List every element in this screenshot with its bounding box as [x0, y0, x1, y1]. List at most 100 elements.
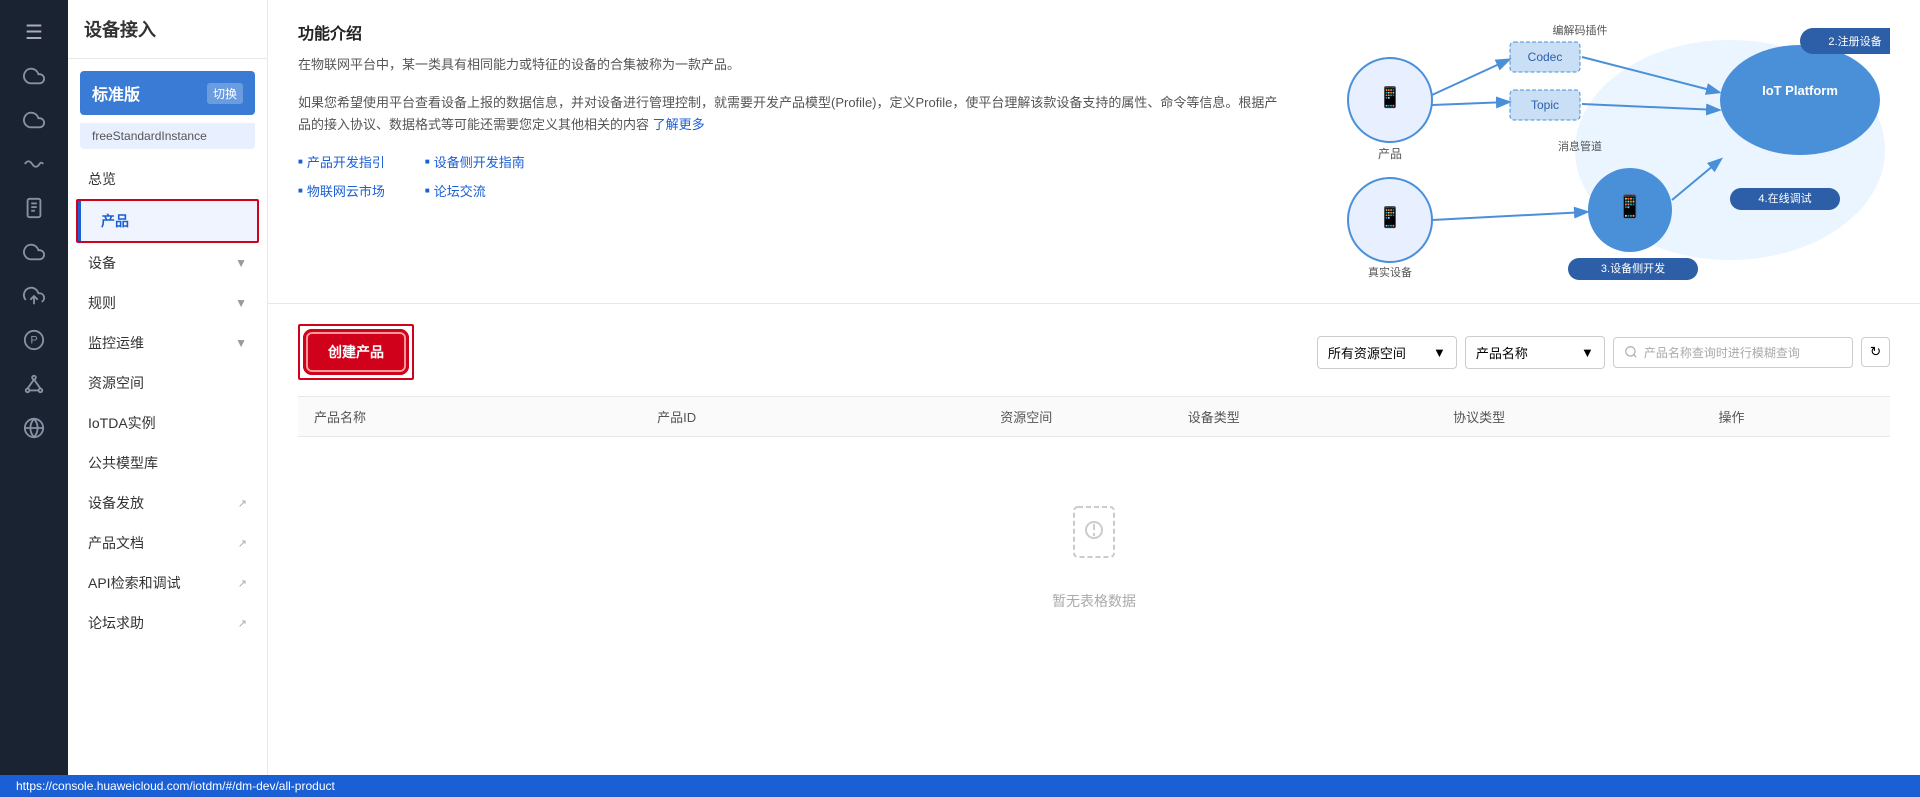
col-header-protocol: 协议类型 [1437, 407, 1702, 426]
svg-text:消息管道: 消息管道 [1558, 139, 1602, 153]
name-select[interactable]: 产品名称 ▼ [1465, 336, 1605, 369]
link-product-guide[interactable]: 产品开发指引 [298, 152, 385, 171]
nav-item-resource-space[interactable]: 资源空间 [68, 363, 267, 403]
create-btn-wrapper: 创建产品 [298, 324, 414, 380]
nav-label-iotda: IoTDA实例 [88, 413, 156, 433]
col-header-id: 产品ID [641, 407, 984, 426]
status-bar: https://console.huaweicloud.com/iotdm/#/… [0, 775, 1920, 797]
toolbar-right: 所有资源空间 ▼ 产品名称 ▼ 产品名称查询时进行模糊查询 ↻ [1317, 336, 1890, 369]
refresh-icon: ↻ [1870, 344, 1881, 359]
table-header: 产品名称 产品ID 资源空间 设备类型 协议类型 操作 [298, 396, 1890, 437]
sidebar-icon-cloud3[interactable] [0, 231, 68, 275]
name-select-label: 产品名称 [1476, 343, 1528, 362]
nav-item-monitor[interactable]: 监控运维 ▼ [68, 323, 267, 363]
nav-label-product: 产品 [101, 211, 129, 231]
svg-text:P: P [30, 335, 37, 347]
nav-label-device-release: 设备发放 [88, 493, 144, 513]
main-content: 功能介绍 在物联网平台中，某一类具有相同能力或特征的设备的合集被称为一款产品。 … [268, 0, 1920, 797]
nav-item-overview[interactable]: 总览 [68, 159, 267, 199]
search-box: 产品名称查询时进行模糊查询 [1613, 337, 1853, 368]
instance-id: freeStandardInstance [80, 123, 255, 149]
sidebar-icon-upload[interactable] [0, 275, 68, 319]
svg-text:3.设备侧开发: 3.设备侧开发 [1601, 261, 1665, 275]
nav-label-rules: 规则 [88, 293, 116, 313]
sidebar-icon-cloud2[interactable] [0, 99, 68, 143]
svg-text:IoT Platform: IoT Platform [1762, 83, 1838, 98]
svg-text:产品: 产品 [1378, 147, 1402, 161]
external-icon-device-release: ↗ [238, 497, 247, 510]
col-header-action: 操作 [1702, 407, 1890, 426]
col-header-name: 产品名称 [298, 407, 641, 426]
nav-item-device[interactable]: 设备 ▼ [68, 243, 267, 283]
sidebar-icon-doc[interactable] [0, 187, 68, 231]
diagram: IoT Platform 1.定义Profile 2.注册设备 编解码插件 Co… [1310, 20, 1890, 283]
search-icon [1624, 345, 1638, 359]
instance-box: 标准版 切换 [80, 71, 255, 115]
nav-label-resource-space: 资源空间 [88, 373, 144, 393]
space-select-arrow: ▼ [1433, 345, 1446, 360]
nav-arrow-rules: ▼ [235, 296, 247, 310]
create-product-btn[interactable]: 创建产品 [308, 334, 404, 370]
nav-item-rules[interactable]: 规则 ▼ [68, 283, 267, 323]
svg-text:📱: 📱 [1616, 194, 1643, 219]
intro-links: 产品开发指引 物联网云市场 设备侧开发指南 论坛交流 [298, 152, 1290, 200]
nav-item-forum[interactable]: 论坛求助 ↗ [68, 603, 267, 643]
col-header-space: 资源空间 [984, 407, 1172, 426]
refresh-btn[interactable]: ↻ [1861, 337, 1890, 367]
intro-title: 功能介绍 [298, 20, 1290, 44]
sidebar-icon-wave[interactable] [0, 143, 68, 187]
left-nav: 设备接入 标准版 切换 freeStandardInstance 总览 产品 设… [68, 0, 268, 797]
intro-links-left: 产品开发指引 物联网云市场 [298, 152, 385, 200]
nav-item-product[interactable]: 产品 [78, 201, 257, 241]
empty-text: 暂无表格数据 [1052, 591, 1136, 611]
external-icon-api-debug: ↗ [238, 577, 247, 590]
nav-label-device: 设备 [88, 253, 116, 273]
instance-switch-btn[interactable]: 切换 [207, 83, 243, 104]
nav-arrow-device: ▼ [235, 256, 247, 270]
svg-text:📱: 📱 [1378, 205, 1403, 229]
intro-desc2: 如果您希望使用平台查看设备上报的数据信息，并对设备进行管理控制，就需要开发产品模… [298, 92, 1290, 136]
intro-links-right: 设备侧开发指南 论坛交流 [425, 152, 525, 200]
svg-text:2.注册设备: 2.注册设备 [1828, 34, 1881, 48]
nav-label-overview: 总览 [88, 169, 116, 189]
nav-item-iotda[interactable]: IoTDA实例 [68, 403, 267, 443]
nav-label-api-debug: API检索和调试 [88, 573, 181, 593]
sidebar-icon-globe[interactable] [0, 407, 68, 451]
product-section: 创建产品 所有资源空间 ▼ 产品名称 ▼ 产品名称查询时进行模糊查询 ↻ [268, 304, 1920, 797]
external-icon-product-doc: ↗ [238, 537, 247, 550]
link-forum[interactable]: 论坛交流 [425, 181, 525, 200]
nav-item-product-doc[interactable]: 产品文档 ↗ [68, 523, 267, 563]
table-empty: 暂无表格数据 [298, 437, 1890, 671]
external-icon-forum: ↗ [238, 617, 247, 630]
nav-item-api-debug[interactable]: API检索和调试 ↗ [68, 563, 267, 603]
link-device-guide[interactable]: 设备侧开发指南 [425, 152, 525, 171]
svg-text:4.在线调试: 4.在线调试 [1758, 191, 1811, 205]
status-url: https://console.huaweicloud.com/iotdm/#/… [16, 779, 335, 793]
intro-text: 功能介绍 在物联网平台中，某一类具有相同能力或特征的设备的合集被称为一款产品。 … [298, 20, 1290, 283]
nav-label-monitor: 监控运维 [88, 333, 144, 353]
page-title: 设备接入 [68, 0, 267, 59]
nav-item-model-lib[interactable]: 公共模型库 [68, 443, 267, 483]
svg-text:Topic: Topic [1531, 98, 1559, 112]
svg-text:编解码插件: 编解码插件 [1553, 23, 1608, 37]
sidebar-icon-nodes[interactable] [0, 363, 68, 407]
product-toolbar: 创建产品 所有资源空间 ▼ 产品名称 ▼ 产品名称查询时进行模糊查询 ↻ [298, 324, 1890, 380]
link-iot-market[interactable]: 物联网云市场 [298, 181, 385, 200]
intro-desc1: 在物联网平台中，某一类具有相同能力或特征的设备的合集被称为一款产品。 [298, 54, 1290, 76]
empty-icon [1064, 497, 1124, 579]
name-select-arrow: ▼ [1581, 345, 1594, 360]
sidebar-icon-cloud1[interactable] [0, 55, 68, 99]
instance-label: 标准版 [92, 81, 140, 105]
space-select-label: 所有资源空间 [1328, 343, 1406, 362]
nav-product-wrapper: 产品 [76, 199, 259, 243]
svg-text:📱: 📱 [1378, 85, 1403, 109]
sidebar-icon-p[interactable]: P [0, 319, 68, 363]
svg-text:Codec: Codec [1528, 50, 1563, 64]
space-select[interactable]: 所有资源空间 ▼ [1317, 336, 1457, 369]
sidebar: ☰ P [0, 0, 68, 797]
nav-label-product-doc: 产品文档 [88, 533, 144, 553]
learn-more-link[interactable]: 了解更多 [653, 117, 705, 132]
nav-label-forum: 论坛求助 [88, 613, 144, 633]
nav-item-device-release[interactable]: 设备发放 ↗ [68, 483, 267, 523]
menu-icon[interactable]: ☰ [15, 10, 53, 55]
